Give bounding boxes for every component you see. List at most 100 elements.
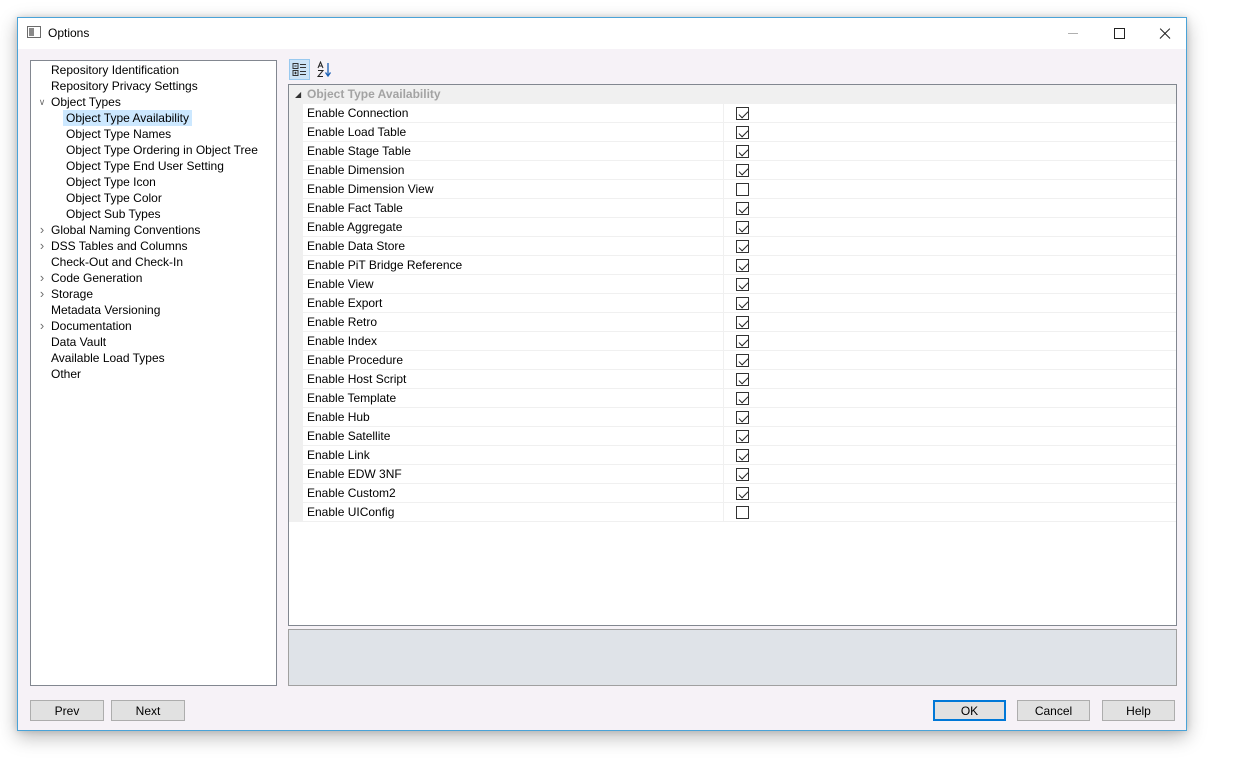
property-checkbox[interactable] <box>736 297 749 310</box>
property-checkbox[interactable] <box>736 240 749 253</box>
column-divider <box>723 446 724 465</box>
property-grid[interactable]: ◢ Object Type Availability Enable Connec… <box>288 84 1177 626</box>
property-checkbox[interactable] <box>736 221 749 234</box>
property-row[interactable]: Enable Connection <box>289 104 1176 123</box>
row-gutter <box>289 275 303 294</box>
description-pane <box>288 629 1177 686</box>
property-row[interactable]: Enable Fact Table <box>289 199 1176 218</box>
property-checkbox[interactable] <box>736 259 749 272</box>
title-bar[interactable]: Options <box>18 18 1186 49</box>
property-checkbox[interactable] <box>736 430 749 443</box>
row-gutter <box>289 351 303 370</box>
property-row[interactable]: Enable Host Script <box>289 370 1176 389</box>
column-divider <box>723 161 724 180</box>
property-row[interactable]: Enable Index <box>289 332 1176 351</box>
tree-item-label: Storage <box>51 287 94 301</box>
property-checkbox[interactable] <box>736 278 749 291</box>
property-name: Enable Stage Table <box>307 144 411 158</box>
property-checkbox[interactable] <box>736 164 749 177</box>
property-name: Enable Template <box>307 391 397 405</box>
tree-collapsed-chevron-icon[interactable]: › <box>37 222 47 238</box>
alphabetical-button[interactable] <box>314 59 335 80</box>
row-gutter <box>289 237 303 256</box>
property-checkbox[interactable] <box>736 183 749 196</box>
property-name: Enable Connection <box>307 106 409 120</box>
column-divider <box>723 104 724 123</box>
tree-collapsed-chevron-icon[interactable]: › <box>37 270 47 286</box>
categorized-button[interactable] <box>289 59 310 80</box>
property-row[interactable]: Enable Custom2 <box>289 484 1176 503</box>
property-checkbox[interactable] <box>736 354 749 367</box>
property-checkbox[interactable] <box>736 202 749 215</box>
property-name: Enable Aggregate <box>307 220 403 234</box>
help-button[interactable]: Help <box>1102 700 1175 721</box>
property-row[interactable]: Enable Data Store <box>289 237 1176 256</box>
property-row[interactable]: Enable Load Table <box>289 123 1176 142</box>
column-divider <box>723 332 724 351</box>
tree-collapsed-chevron-icon[interactable]: › <box>37 238 47 254</box>
tree-item-label: Documentation <box>51 319 132 333</box>
property-checkbox[interactable] <box>736 487 749 500</box>
property-row[interactable]: Enable Dimension <box>289 161 1176 180</box>
row-gutter <box>289 199 303 218</box>
property-checkbox[interactable] <box>736 411 749 424</box>
property-checkbox[interactable] <box>736 126 749 139</box>
row-gutter <box>289 218 303 237</box>
property-name: Enable Satellite <box>307 429 391 443</box>
property-checkbox[interactable] <box>736 145 749 158</box>
ok-button[interactable]: OK <box>933 700 1006 721</box>
property-name: Enable Load Table <box>307 125 407 139</box>
property-name: Enable Index <box>307 334 378 348</box>
property-checkbox[interactable] <box>736 335 749 348</box>
category-row[interactable]: ◢ Object Type Availability <box>289 85 1176 104</box>
property-name: Enable UIConfig <box>307 505 395 519</box>
next-button[interactable]: Next <box>111 700 185 721</box>
property-row[interactable]: Enable Retro <box>289 313 1176 332</box>
tree-collapsed-chevron-icon[interactable]: › <box>37 286 47 302</box>
cancel-button[interactable]: Cancel <box>1017 700 1090 721</box>
column-divider <box>723 427 724 446</box>
maximize-icon <box>1113 28 1125 39</box>
column-divider <box>723 465 724 484</box>
options-tree[interactable]: Repository Identification Repository Priv… <box>30 60 277 686</box>
row-gutter <box>289 161 303 180</box>
row-gutter <box>289 370 303 389</box>
tree-item-label: Object Type End User Setting <box>66 159 224 173</box>
property-checkbox[interactable] <box>736 392 749 405</box>
tree-item-label: DSS Tables and Columns <box>51 239 188 253</box>
property-row[interactable]: Enable Dimension View <box>289 180 1176 199</box>
column-divider <box>723 218 724 237</box>
property-row[interactable]: Enable Procedure <box>289 351 1176 370</box>
property-checkbox[interactable] <box>736 449 749 462</box>
row-gutter <box>289 484 303 503</box>
property-row[interactable]: Enable Hub <box>289 408 1176 427</box>
categorized-sort-icon <box>292 63 306 76</box>
property-name: Enable Custom2 <box>307 486 396 500</box>
property-row[interactable]: Enable Aggregate <box>289 218 1176 237</box>
property-row[interactable]: Enable Satellite <box>289 427 1176 446</box>
property-row[interactable]: Enable UIConfig <box>289 503 1176 522</box>
tree-item-label: Data Vault <box>51 335 107 349</box>
property-row[interactable]: Enable View <box>289 275 1176 294</box>
property-row[interactable]: Enable Link <box>289 446 1176 465</box>
row-gutter <box>289 427 303 446</box>
row-gutter <box>289 294 303 313</box>
minimize-button[interactable] <box>1050 18 1096 49</box>
property-row[interactable]: Enable Template <box>289 389 1176 408</box>
collapse-triangle-icon[interactable]: ◢ <box>295 85 301 104</box>
property-row[interactable]: Enable PiT Bridge Reference <box>289 256 1176 275</box>
property-checkbox[interactable] <box>736 316 749 329</box>
column-divider <box>723 351 724 370</box>
prev-button[interactable]: Prev <box>30 700 104 721</box>
property-row[interactable]: Enable Export <box>289 294 1176 313</box>
tree-expanded-chevron-icon[interactable]: ∨ <box>37 94 47 110</box>
property-row[interactable]: Enable EDW 3NF <box>289 465 1176 484</box>
close-button[interactable] <box>1142 18 1188 49</box>
maximize-button[interactable] <box>1096 18 1142 49</box>
property-checkbox[interactable] <box>736 107 749 120</box>
property-checkbox[interactable] <box>736 468 749 481</box>
property-row[interactable]: Enable Stage Table <box>289 142 1176 161</box>
property-checkbox[interactable] <box>736 506 749 519</box>
tree-collapsed-chevron-icon[interactable]: › <box>37 318 47 334</box>
property-checkbox[interactable] <box>736 373 749 386</box>
